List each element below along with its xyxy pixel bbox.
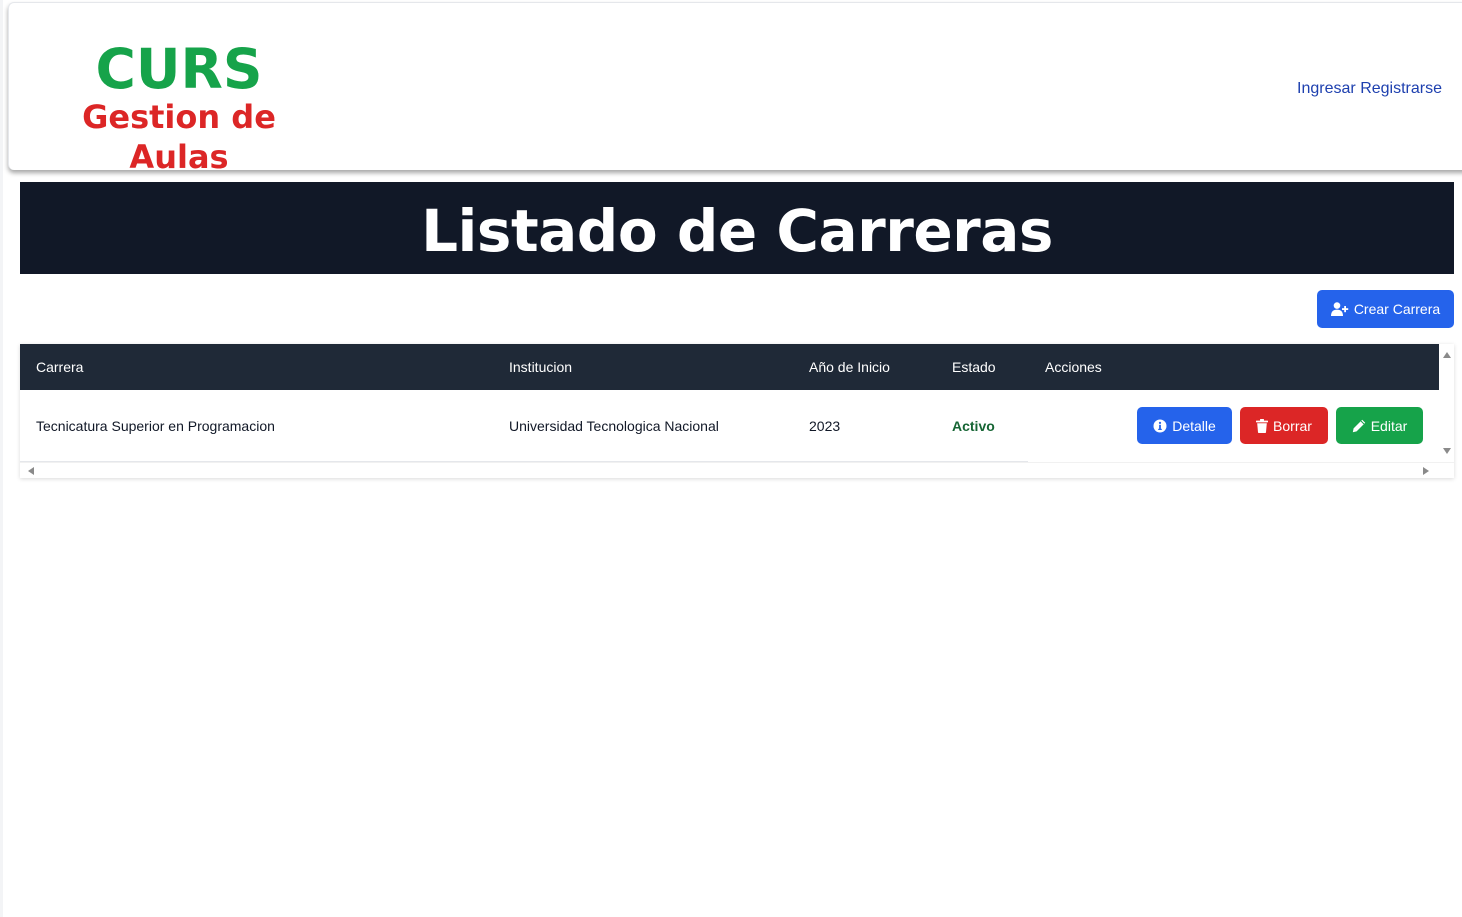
brand-subtitle: Gestion de Aulas <box>82 98 276 176</box>
brand[interactable]: CURS Gestion de Aulas <box>37 37 321 177</box>
delete-label: Borrar <box>1273 417 1312 434</box>
edit-button[interactable]: Editar <box>1336 407 1423 444</box>
table-row: Tecnicatura Superior en Programacion Uni… <box>20 390 1439 462</box>
auth-nav: Ingresar Registrarse <box>1297 80 1442 98</box>
info-circle-icon <box>1153 419 1167 433</box>
page-title: Listado de Carreras <box>421 197 1053 265</box>
register-link[interactable]: Registrarse <box>1360 80 1442 97</box>
delete-button[interactable]: Borrar <box>1240 407 1328 444</box>
login-link[interactable]: Ingresar <box>1297 80 1356 97</box>
create-career-button[interactable]: Crear Carrera <box>1317 290 1454 328</box>
pencil-icon <box>1352 419 1366 433</box>
scroll-right-arrow-icon[interactable] <box>1423 467 1429 475</box>
column-header-anio: Año de Inicio <box>809 359 890 375</box>
column-header-acciones: Acciones <box>1045 359 1102 375</box>
user-plus-icon <box>1330 302 1349 316</box>
page-edge <box>0 0 3 917</box>
vertical-scrollbar[interactable] <box>1439 344 1454 462</box>
scroll-left-arrow-icon[interactable] <box>28 467 34 475</box>
detail-button[interactable]: Detalle <box>1137 407 1232 444</box>
detail-label: Detalle <box>1172 417 1216 434</box>
create-career-label: Crear Carrera <box>1353 301 1441 317</box>
edit-label: Editar <box>1370 417 1408 434</box>
page-banner: Listado de Carreras <box>20 182 1454 274</box>
scroll-down-arrow-icon[interactable] <box>1443 448 1451 454</box>
careers-table: Carrera Institucion Año de Inicio Estado… <box>20 344 1454 478</box>
brand-title: CURS <box>95 37 263 101</box>
column-header-carrera: Carrera <box>36 359 84 375</box>
cell-anio: 2023 <box>809 418 841 434</box>
column-header-institucion: Institucion <box>509 359 573 375</box>
cell-institucion: Universidad Tecnologica Nacional <box>509 418 719 434</box>
scroll-up-arrow-icon[interactable] <box>1443 352 1451 358</box>
status-badge: Activo <box>952 418 995 434</box>
cell-carrera: Tecnicatura Superior en Programacion <box>36 418 275 434</box>
table-header: Carrera Institucion Año de Inicio Estado… <box>20 344 1439 390</box>
trash-icon <box>1256 418 1269 433</box>
site-header: CURS Gestion de Aulas Ingresar Registrar… <box>8 2 1462 176</box>
horizontal-scrollbar[interactable] <box>20 462 1454 478</box>
column-header-estado: Estado <box>952 359 996 375</box>
